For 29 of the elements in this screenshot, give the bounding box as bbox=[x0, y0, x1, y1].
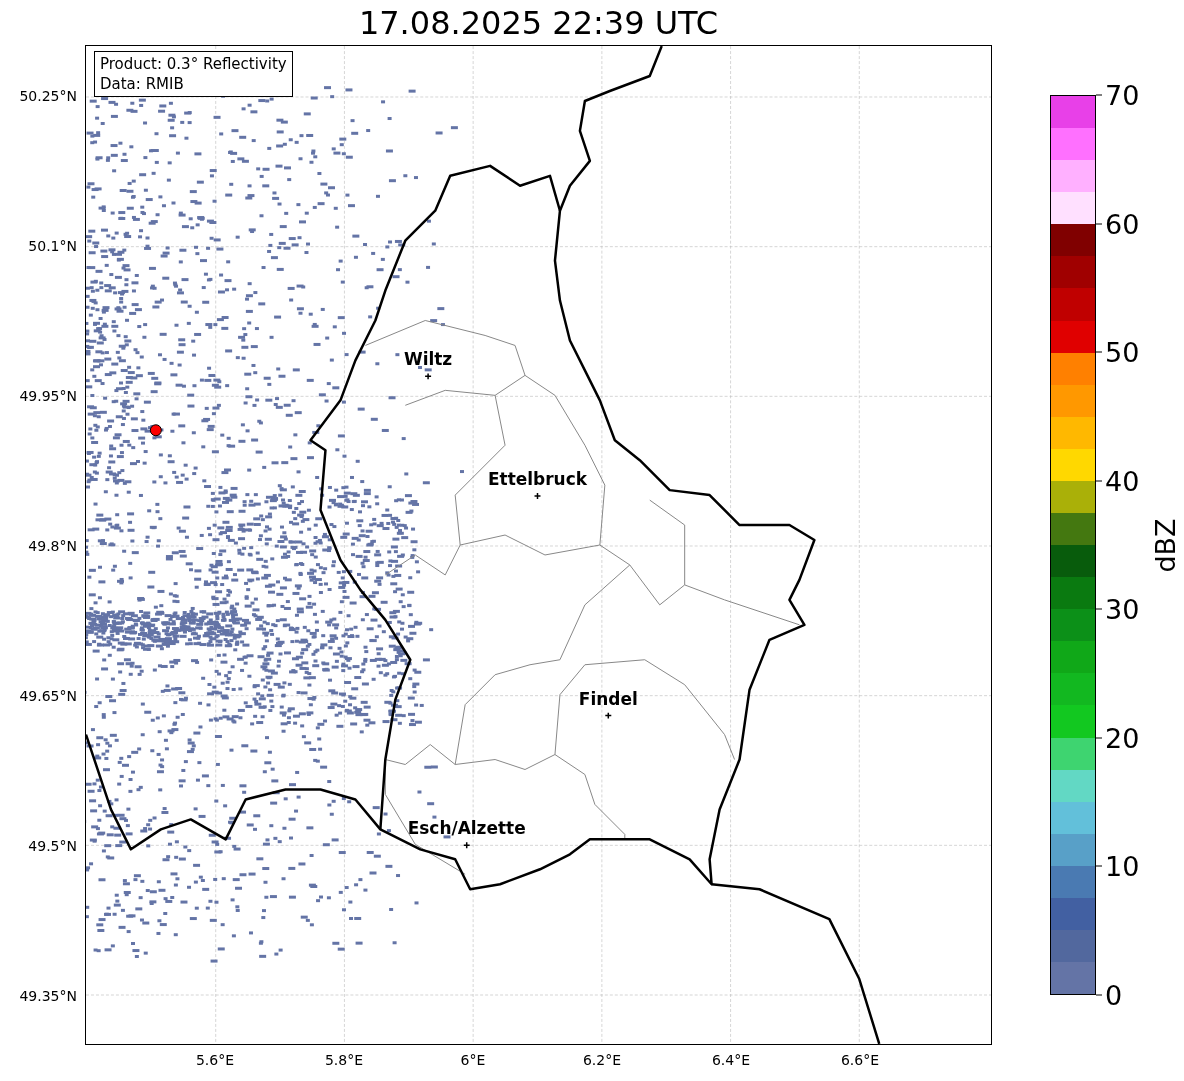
latitude-label: 49.8°N bbox=[28, 538, 77, 554]
longitude-label: 6.4°E bbox=[711, 1052, 751, 1068]
scale-value: 10 bbox=[1105, 850, 1140, 882]
latitude-label: 50.1°N bbox=[28, 238, 77, 254]
scale-value: 40 bbox=[1105, 465, 1140, 497]
scale-value: 0 bbox=[1105, 979, 1123, 1011]
longitude-label: 6.2°E bbox=[582, 1052, 622, 1068]
chart-title: 17.08.2025 22:39 UTC bbox=[357, 4, 720, 42]
info-text: Data: RMIB bbox=[100, 74, 185, 94]
scale-value: 20 bbox=[1105, 722, 1140, 754]
latitude-label: 50.25°N bbox=[19, 88, 77, 104]
info-text: Product: 0.3° Reflectivity bbox=[100, 54, 287, 74]
longitude-label: 5.6°E bbox=[195, 1052, 235, 1068]
longitude-label: 6°E bbox=[460, 1052, 486, 1068]
longitude-label: 5.8°E bbox=[324, 1052, 364, 1068]
scale-value: 60 bbox=[1105, 208, 1140, 240]
latitude-label: 49.35°N bbox=[19, 988, 77, 1004]
latitude-label: 49.65°N bbox=[19, 688, 77, 704]
longitude-label: 6.6°E bbox=[840, 1052, 880, 1068]
scale-value: 70 bbox=[1105, 79, 1140, 111]
scale-value: 30 bbox=[1105, 593, 1140, 625]
scale-unit-label: dBZ bbox=[1149, 518, 1181, 573]
scale-value: 50 bbox=[1105, 336, 1140, 368]
city-label: Wiltz bbox=[403, 349, 453, 370]
city-label: Findel bbox=[578, 688, 638, 709]
city-label: Esch/Alzette bbox=[407, 818, 526, 839]
latitude-label: 49.5°N bbox=[28, 838, 77, 854]
city-label: Ettelbruck bbox=[488, 469, 587, 490]
latitude-label: 49.95°N bbox=[19, 388, 77, 404]
